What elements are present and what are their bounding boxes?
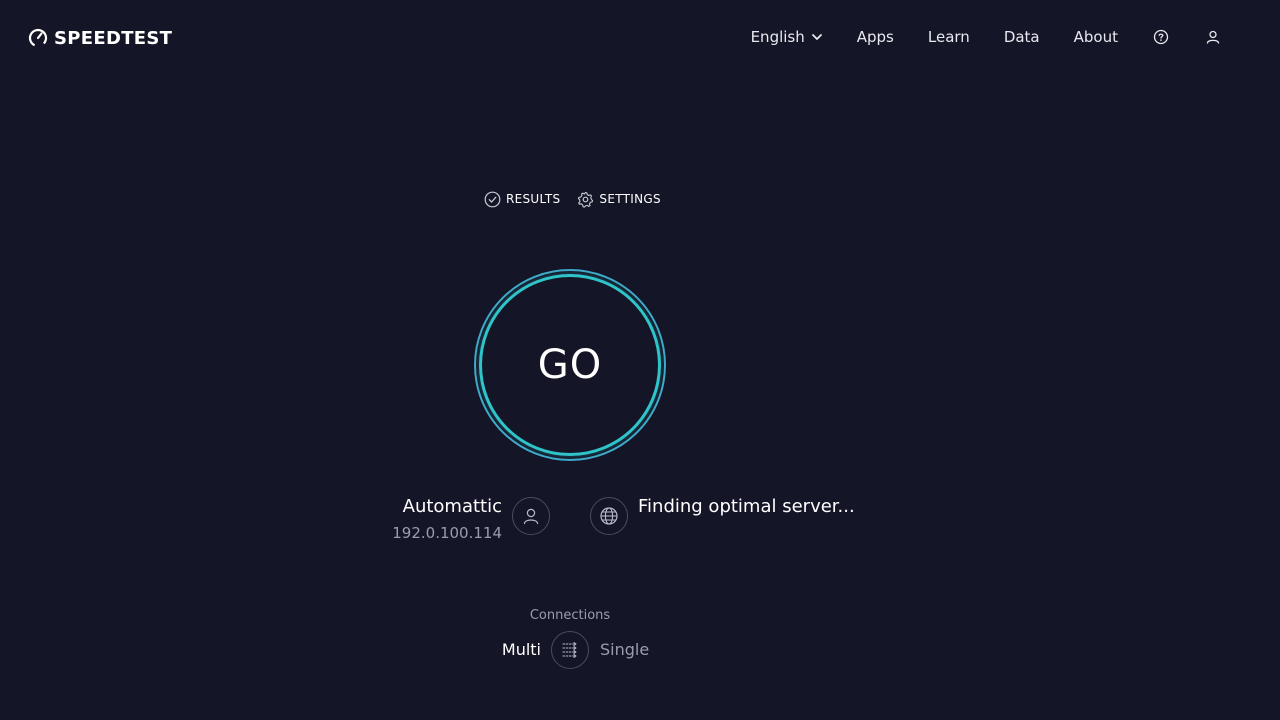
results-settings-bar: RESULTS SETTINGS <box>484 189 678 209</box>
connections-label: Connections <box>529 608 611 623</box>
nav-about[interactable]: About <box>1074 28 1118 46</box>
connections-toggle-icon[interactable] <box>551 631 589 669</box>
connections-single-option[interactable]: Single <box>600 640 649 659</box>
server-status[interactable]: Finding optimal server... <box>638 494 855 520</box>
language-label: English <box>750 28 805 46</box>
speedtest-logo[interactable]: SPEEDTEST <box>28 26 172 50</box>
nav-data[interactable]: Data <box>1004 28 1040 46</box>
isp-info: Automattic 192.0.100.114 <box>360 494 502 546</box>
go-button[interactable]: GO <box>474 269 666 461</box>
gear-icon <box>578 191 594 208</box>
check-circle-icon <box>484 191 501 207</box>
ip-address: 192.0.100.114 <box>392 524 502 542</box>
user-icon <box>512 497 550 535</box>
logo-text: SPEEDTEST <box>54 27 173 49</box>
speedometer-icon <box>28 28 48 48</box>
top-nav: English Apps Learn Data About <box>751 24 1222 50</box>
chevron-down-icon <box>811 34 822 40</box>
isp-name: Automattic <box>402 496 502 517</box>
nav-apps[interactable]: Apps <box>857 28 894 46</box>
help-icon[interactable] <box>1152 28 1170 46</box>
nav-learn[interactable]: Learn <box>928 28 970 46</box>
settings-label: SETTINGS <box>599 192 661 206</box>
connections-multi-option[interactable]: Multi <box>480 640 541 659</box>
results-label: RESULTS <box>506 192 561 206</box>
go-button-wrapper: GO <box>474 269 666 461</box>
language-selector[interactable]: English <box>751 28 823 46</box>
globe-icon[interactable] <box>590 497 628 535</box>
header: SPEEDTEST English Apps Learn Data About <box>0 0 1280 74</box>
results-link[interactable]: RESULTS <box>484 191 560 208</box>
settings-link[interactable]: SETTINGS <box>577 191 661 208</box>
user-icon[interactable] <box>1204 28 1222 46</box>
